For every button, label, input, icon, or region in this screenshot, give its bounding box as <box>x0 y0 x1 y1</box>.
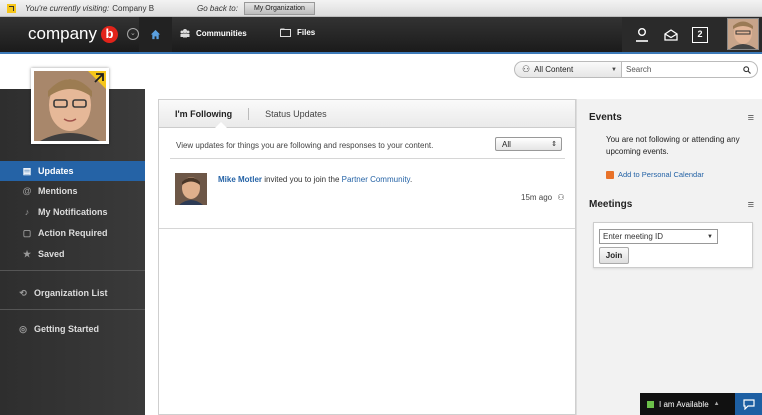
join-button[interactable]: Join <box>599 247 629 264</box>
content-scope-icon: ⚇ <box>522 64 531 74</box>
my-organization-button[interactable]: My Organization <box>243 1 315 15</box>
search-scope-select[interactable]: ⚇ All Content ▼ <box>514 61 622 78</box>
search-icon[interactable] <box>743 65 751 74</box>
go-back-label: Go back to: <box>197 3 238 13</box>
files-menu[interactable]: Files <box>280 28 315 37</box>
sidebar-item-updates[interactable]: ▤ Updates <box>0 161 145 181</box>
tab-im-following[interactable]: I'm Following <box>159 109 232 119</box>
folder-icon <box>280 28 291 37</box>
chat-bubble-icon <box>742 398 755 410</box>
visiting-company: Company B <box>112 3 155 13</box>
availability-status[interactable]: I am Available ▲ <box>640 393 735 415</box>
globe-icon: ⟲ <box>19 288 27 298</box>
meeting-id-placeholder: Enter meeting ID <box>603 232 664 241</box>
tab-status-updates[interactable]: Status Updates <box>249 109 327 119</box>
story-text: Mike Motler invited you to join the Part… <box>218 175 412 184</box>
communities-icon: ⚇ <box>557 193 565 202</box>
events-title: Events <box>589 112 622 123</box>
story-timestamp: 15m ago ⚇ <box>521 193 565 202</box>
clipboard-icon: ▢ <box>22 228 32 238</box>
right-sidebar: Events ≡ You are not following or attend… <box>576 99 762 415</box>
chevron-up-icon: ▲ <box>713 401 720 407</box>
story-avatar[interactable] <box>175 173 207 205</box>
stream-divider <box>170 158 565 159</box>
feed-icon <box>606 170 614 179</box>
at-icon: @ <box>22 186 32 196</box>
compass-icon: ◎ <box>19 324 27 334</box>
star-icon: ★ <box>22 249 32 259</box>
sidebar-divider <box>0 309 145 310</box>
files-label: Files <box>297 28 316 37</box>
sidebar-item-label: Saved <box>38 249 65 259</box>
profile-photo[interactable] <box>31 68 109 144</box>
meeting-id-input[interactable]: Enter meeting ID ▼ <box>599 229 718 244</box>
chat-button[interactable] <box>735 393 762 415</box>
communities-icon <box>180 29 190 38</box>
chevron-down-icon: ▼ <box>707 233 713 240</box>
available-status-icon <box>647 400 654 408</box>
meetings-menu-icon[interactable]: ≡ <box>748 199 754 211</box>
stream-tabs: I'm Following Status Updates <box>159 100 575 128</box>
story-target-link[interactable]: Partner Community <box>342 175 410 184</box>
updown-arrow-icon: ⇕ <box>551 141 557 148</box>
sidebar-item-saved[interactable]: ★ Saved <box>0 244 145 264</box>
visiting-label: You're currently visiting: <box>25 3 110 13</box>
arrow-badge-icon <box>7 3 16 13</box>
envelope-icon[interactable] <box>663 27 679 43</box>
meetings-widget: Enter meeting ID ▼ Join <box>593 222 753 268</box>
user-tools: 2 <box>622 17 762 52</box>
user-avatar[interactable] <box>727 18 759 50</box>
sidebar-item-getting-started[interactable]: ◎ Getting Started <box>0 319 145 339</box>
filter-select[interactable]: All ⇕ <box>495 137 562 151</box>
filter-value: All <box>502 139 511 149</box>
chevron-down-icon[interactable]: ⌄ <box>126 28 139 40</box>
story-time-text: 15m ago <box>521 193 553 202</box>
logo-text: company <box>28 24 97 43</box>
sidebar-item-notifications[interactable]: ♪ My Notifications <box>0 202 145 222</box>
visiting-bar: You're currently visiting: Company B Go … <box>0 0 762 17</box>
home-icon <box>150 29 161 40</box>
sidebar-item-label: Getting Started <box>34 324 100 334</box>
sidebar-item-label: Organization List <box>34 288 108 298</box>
sidebar-item-label: Updates <box>38 166 74 176</box>
sidebar-divider <box>0 270 145 271</box>
story-divider <box>159 228 575 229</box>
events-message: You are not following or attending any u… <box>606 135 740 156</box>
activity-stream-panel: I'm Following Status Updates View update… <box>158 99 576 415</box>
search-input[interactable]: Search <box>621 61 758 78</box>
story-photo <box>175 173 207 205</box>
meetings-title: Meetings <box>589 199 633 210</box>
logo-letter: b <box>100 25 118 43</box>
sidebar-item-mentions[interactable]: @ Mentions <box>0 181 145 201</box>
chevron-down-icon: ▼ <box>611 66 617 73</box>
bell-icon: ♪ <box>24 207 30 217</box>
view-description: View updates for things you are followin… <box>176 141 434 150</box>
sidebar-item-organization-list[interactable]: ⟲ Organization List <box>0 283 145 303</box>
active-tab-pointer <box>215 122 227 128</box>
story-actor-link[interactable]: Mike Motler <box>218 175 262 184</box>
availability-text: I am Available <box>659 399 709 409</box>
sidebar-item-label: My Notifications <box>38 207 108 217</box>
user-photo <box>728 19 758 49</box>
communities-label: Communities <box>196 28 247 38</box>
updates-icon: ▤ <box>22 166 32 176</box>
add-calendar-link[interactable]: Add to Personal Calendar <box>606 170 704 179</box>
search-placeholder: Search <box>626 65 652 74</box>
top-navigation: company b ⌄ Communities Files 2 <box>0 17 762 54</box>
profile-image <box>34 71 106 141</box>
search-scope-value: All Content <box>534 65 574 74</box>
story-action: invited you to join the <box>262 175 342 184</box>
sidebar-item-label: Mentions <box>38 186 78 196</box>
events-menu-icon[interactable]: ≡ <box>748 112 754 124</box>
company-logo[interactable]: company b ⌄ <box>28 24 139 44</box>
calendar-link-text: Add to Personal Calendar <box>618 170 704 179</box>
sidebar-item-label: Action Required <box>38 228 108 238</box>
home-button[interactable] <box>139 17 172 52</box>
sidebar-item-action-required[interactable]: ▢ Action Required <box>0 223 145 243</box>
communities-menu[interactable]: Communities <box>180 28 247 38</box>
person-icon[interactable] <box>634 27 650 43</box>
messages-count-badge[interactable]: 2 <box>692 27 708 43</box>
story-end: . <box>409 175 413 184</box>
